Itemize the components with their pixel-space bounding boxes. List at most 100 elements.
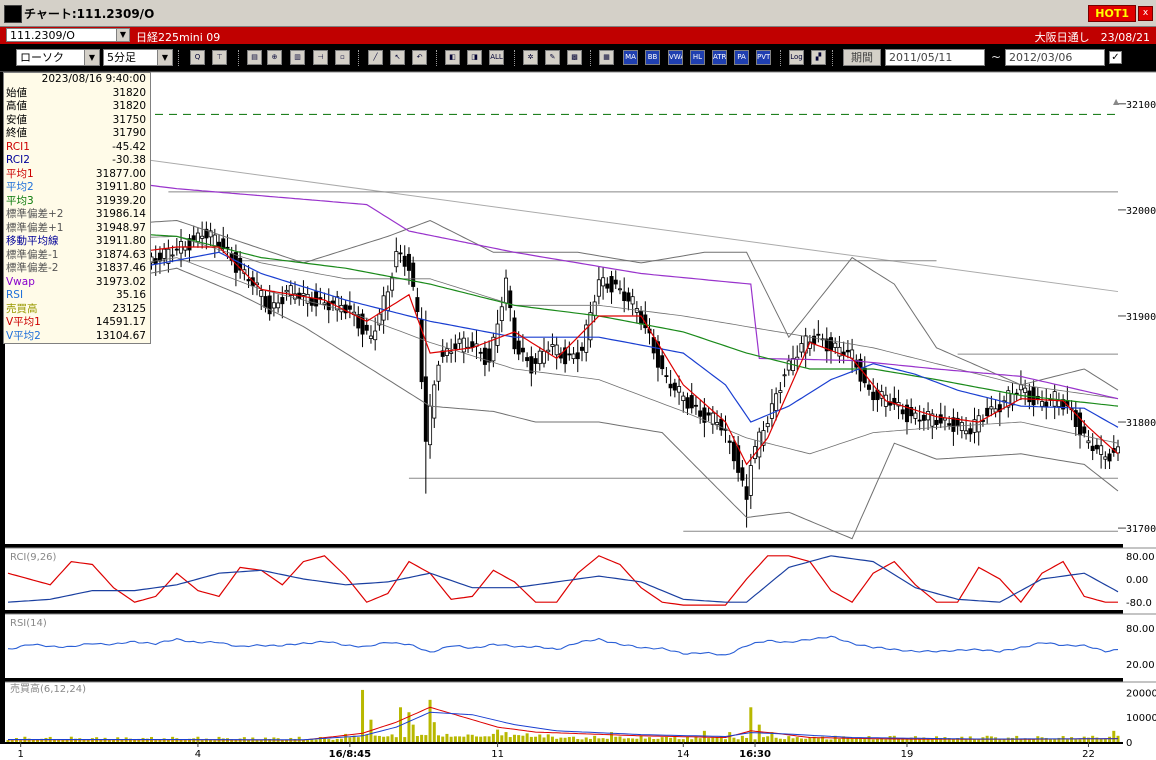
- info-row: RCI2 -30.38: [4, 154, 150, 168]
- timeframe-select[interactable]: 5分足 ▼: [103, 49, 173, 66]
- ma-indicator[interactable]: MA: [623, 50, 638, 65]
- candle-body: [921, 414, 926, 421]
- volume-bar: [542, 737, 546, 742]
- apply-checkbox[interactable]: ✓: [1109, 51, 1122, 64]
- ruler-icon[interactable]: ⊤: [212, 50, 227, 65]
- candle-body: [449, 351, 454, 354]
- volume-bar: [614, 736, 618, 742]
- candle-body: [968, 428, 973, 435]
- volume-bar: [930, 739, 934, 742]
- vwap-indicator[interactable]: VWA: [668, 50, 683, 65]
- toolbar-separator: [238, 50, 242, 66]
- candle-left-icon[interactable]: ◧: [445, 50, 460, 65]
- disabled-icon[interactable]: ▫: [335, 50, 350, 65]
- bar-icon[interactable]: ▥: [290, 50, 305, 65]
- panel-rci-bg: [5, 548, 1123, 610]
- scale-icon[interactable]: ⊣: [313, 50, 328, 65]
- volume-tick-label: 20000: [1126, 688, 1156, 699]
- draw-line-icon[interactable]: ╱: [368, 50, 383, 65]
- candle-body: [546, 349, 551, 353]
- info-label: 移動平均線: [6, 235, 59, 247]
- volume-bar: [1074, 739, 1078, 742]
- candle-body: [470, 341, 475, 348]
- date-to-value: 2012/03/06: [1009, 51, 1073, 64]
- close-icon[interactable]: x: [1138, 6, 1153, 21]
- chart-toolbar: ローソク ▼ 5分足 ▼ Q ⊤ ▤ ⊕ ▥ ⊣ ▫ ╱ ↖ ↶ ◧ ◨ ALL ✲ ✎ ▩ ▦ MA BB VWA H…: [0, 45, 1156, 72]
- volume-bar: [580, 739, 584, 742]
- gear-icon[interactable]: ✲: [523, 50, 538, 65]
- volume-bar: [496, 729, 500, 742]
- date-from-field[interactable]: 2011/05/11: [885, 49, 985, 66]
- toolbar-separator: [514, 50, 518, 66]
- candle-body: [436, 364, 441, 382]
- wrench-icon[interactable]: ✎: [545, 50, 560, 65]
- log-label[interactable]: Log: [789, 50, 804, 65]
- volume-bar: [331, 739, 335, 742]
- palette-icon[interactable]: ▩: [567, 50, 582, 65]
- volume-bar: [901, 739, 905, 742]
- volume-bar: [753, 739, 757, 742]
- volume-bar: [829, 739, 833, 742]
- volume-bar: [255, 740, 259, 742]
- candle-body: [672, 382, 677, 391]
- candle-body: [1031, 387, 1036, 406]
- volume-bar: [635, 738, 639, 742]
- candle-body: [170, 254, 175, 257]
- price-chart[interactable]: 32100 32000 31900 31800 31700 ▲ RCI(9,26) 80.00…: [0, 72, 1156, 760]
- chevron-down-icon[interactable]: ▼: [157, 50, 172, 65]
- volume-bar: [19, 740, 23, 742]
- chevron-down-icon[interactable]: ▼: [116, 28, 130, 42]
- rsi-tick-label: 80.00: [1126, 624, 1155, 635]
- zoom-icon[interactable]: Q: [190, 50, 205, 65]
- all-label[interactable]: ALL: [489, 50, 504, 65]
- pa-indicator[interactable]: PA: [734, 50, 749, 65]
- info-label: RSI: [6, 289, 24, 301]
- candle-body: [710, 412, 715, 425]
- undo-icon[interactable]: ↶: [412, 50, 427, 65]
- candle-body: [731, 441, 736, 462]
- search-icon[interactable]: ⊕: [267, 50, 282, 65]
- chart-type-select[interactable]: ローソク ▼: [16, 49, 100, 66]
- hot-badge[interactable]: HOT1: [1088, 5, 1136, 22]
- grid-icon[interactable]: ▦: [599, 50, 614, 65]
- candle-body: [305, 293, 310, 304]
- volume-bar: [559, 737, 563, 742]
- volume-bar: [390, 734, 394, 742]
- volume-bar: [1065, 739, 1069, 742]
- hl-indicator[interactable]: HL: [690, 50, 705, 65]
- info-row: 平均3 31939.20: [4, 195, 150, 209]
- date-to-field[interactable]: 2012/03/06: [1005, 49, 1105, 66]
- volume-bar: [660, 737, 664, 742]
- volume-bar: [508, 737, 512, 742]
- candle-body: [681, 395, 686, 402]
- candle-add-icon[interactable]: ▤: [247, 50, 262, 65]
- chevron-down-icon[interactable]: ▼: [84, 50, 99, 65]
- period-button[interactable]: 期間: [843, 49, 881, 66]
- candle-body: [457, 338, 462, 344]
- volume-bar: [339, 738, 343, 742]
- volume-bar: [749, 707, 753, 742]
- info-datetime: 2023/08/16 9:40:00: [41, 73, 146, 85]
- volume-bar: [411, 724, 415, 742]
- bb-indicator[interactable]: BB: [645, 50, 660, 65]
- cursor-icon[interactable]: ↖: [390, 50, 405, 65]
- volume-bar: [673, 737, 677, 742]
- atr-indicator[interactable]: ATR: [712, 50, 727, 65]
- candle-body: [330, 300, 335, 304]
- candle-body: [398, 252, 403, 255]
- symbol-code-input[interactable]: 111.2309/O: [6, 28, 126, 42]
- candle-body: [322, 302, 327, 305]
- info-value: 31973.02: [95, 275, 146, 288]
- candle-right-icon[interactable]: ◨: [467, 50, 482, 65]
- candle-body: [748, 465, 753, 496]
- panel-main-bg: [5, 72, 1123, 544]
- volume-bar: [648, 737, 652, 742]
- pvt-indicator[interactable]: PVT: [756, 50, 771, 65]
- layout-icon[interactable]: ▞: [811, 50, 826, 65]
- candle-body: [799, 343, 804, 353]
- volume-bar: [403, 737, 407, 742]
- volume-bar: [791, 738, 795, 742]
- panel-rsi-bg: [5, 614, 1123, 678]
- candle-body: [837, 346, 842, 357]
- candle-body: [951, 417, 956, 432]
